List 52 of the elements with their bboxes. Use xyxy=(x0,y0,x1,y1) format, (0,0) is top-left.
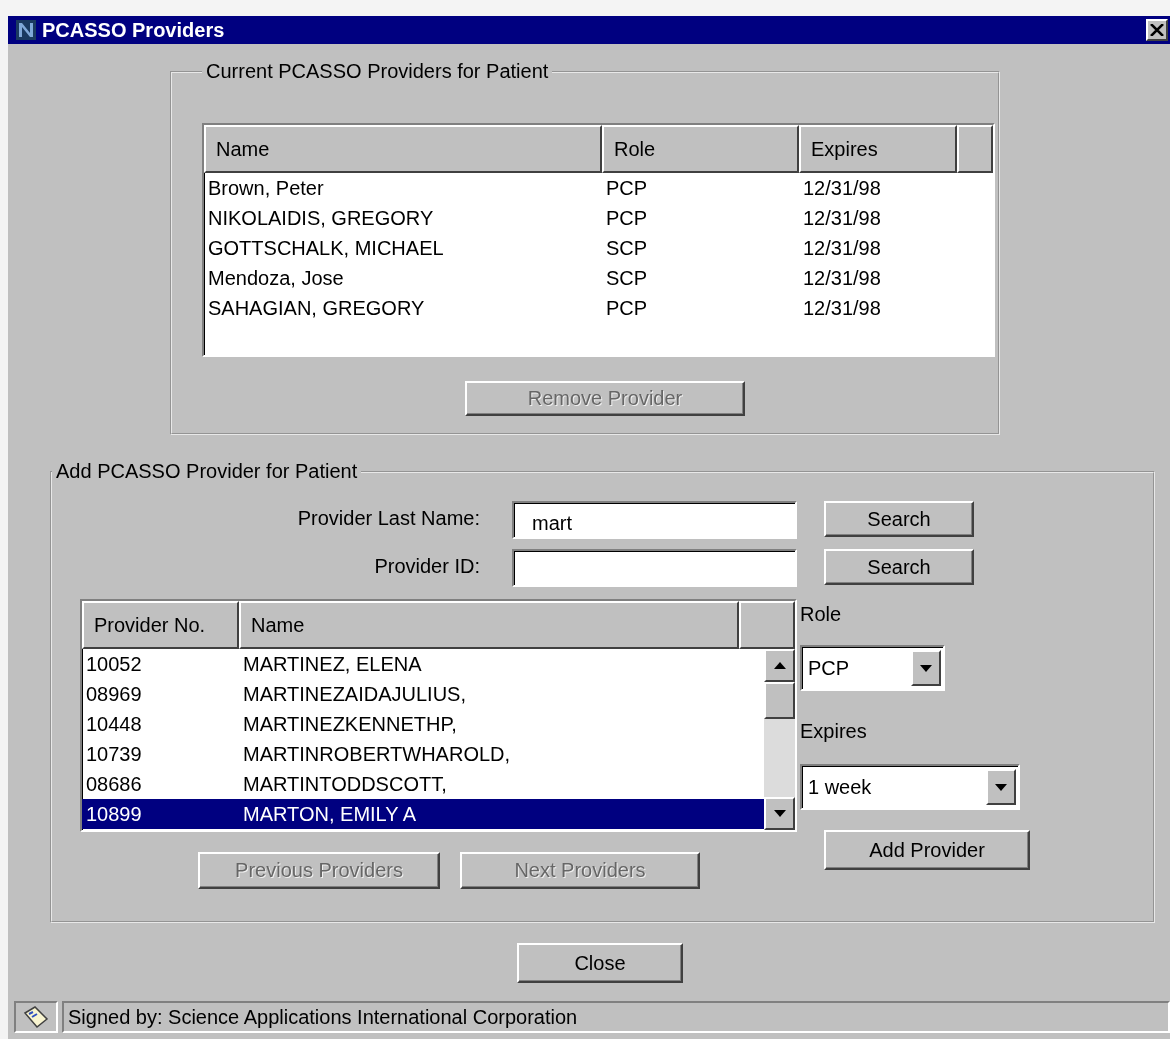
field-label: Provider ID: xyxy=(373,554,480,579)
table-cell-text: SCP xyxy=(605,266,649,290)
close-dialog-button[interactable]: Close xyxy=(517,943,683,983)
table-row[interactable]: 10739 MARTINROBERTWHAROLD, xyxy=(82,739,764,769)
table-cell-text: SCP xyxy=(605,236,649,260)
table-cell-text: 12/31/98 xyxy=(802,296,882,320)
field-label: Provider Last Name: xyxy=(296,506,480,531)
table-cell-text: SAHAGIAN, GREGORY xyxy=(207,296,426,320)
table-row[interactable]: 10448 MARTINEZKENNETHP, xyxy=(82,709,764,739)
scrollbar[interactable] xyxy=(764,649,795,830)
group-title: Add PCASSO Provider for Patient xyxy=(55,460,359,483)
column-header[interactable]: Provider No. xyxy=(82,601,239,649)
column-header[interactable]: Name xyxy=(204,125,602,173)
scrollbar-thumb[interactable] xyxy=(764,682,795,719)
expires-dropdown[interactable]: 1 week xyxy=(800,764,1020,810)
table-row[interactable]: 10052 MARTINEZ, ELENA xyxy=(82,649,764,679)
logo-icon xyxy=(16,20,36,40)
search-button[interactable]: Search xyxy=(824,549,974,585)
column-header[interactable]: Role xyxy=(602,125,799,173)
table-cell-text: Brown, Peter xyxy=(207,176,325,200)
window-title: PCASSO Providers xyxy=(42,18,225,42)
close-button[interactable] xyxy=(1146,19,1168,41)
table-row[interactable]: 08686 MARTINTODDSCOTT, xyxy=(82,769,764,799)
group-title: Current PCASSO Providers for Patient xyxy=(205,60,550,83)
dropdown-arrow-icon xyxy=(920,664,932,672)
table-cell-text: PCP xyxy=(605,206,649,230)
input-field[interactable] xyxy=(512,549,797,587)
role-dropdown[interactable]: PCP xyxy=(800,645,945,691)
table-cell-text: 12/31/98 xyxy=(802,206,882,230)
table-cell-text: PCP xyxy=(605,176,649,200)
column-header[interactable]: Expires xyxy=(799,125,957,173)
table-cell-text: 12/31/98 xyxy=(802,266,882,290)
certificate-icon xyxy=(14,1001,58,1033)
search-button[interactable]: Search xyxy=(824,501,974,537)
table-cell-text: PCP xyxy=(605,296,649,320)
input-field[interactable]: mart xyxy=(512,501,797,539)
dropdown-arrow-icon xyxy=(995,783,1007,791)
table-cell-text: GOTTSCHALK, MICHAEL xyxy=(207,236,445,260)
column-header[interactable]: Name xyxy=(239,601,739,649)
table-cell-text: NIKOLAIDIS, GREGORY xyxy=(207,206,435,230)
scroll-up-icon xyxy=(773,662,786,669)
status-text: Signed by: Science Applications International Corporation xyxy=(62,1001,1170,1033)
scroll-down-icon xyxy=(773,810,786,817)
table-row[interactable]: 10899 MARTON, EMILY A xyxy=(82,799,764,829)
close-icon xyxy=(1150,24,1164,36)
table-row[interactable]: 08969 MARTINEZAIDAJULIUS, xyxy=(82,679,764,709)
table-cell-text: 12/31/98 xyxy=(802,236,882,260)
field-label: Role xyxy=(800,602,843,626)
field-label: Expires xyxy=(800,719,868,743)
table-cell-text: Mendoza, Jose xyxy=(207,266,345,290)
table-cell-text: 12/31/98 xyxy=(802,176,882,200)
add-provider-button[interactable]: Add Provider xyxy=(824,830,1030,870)
